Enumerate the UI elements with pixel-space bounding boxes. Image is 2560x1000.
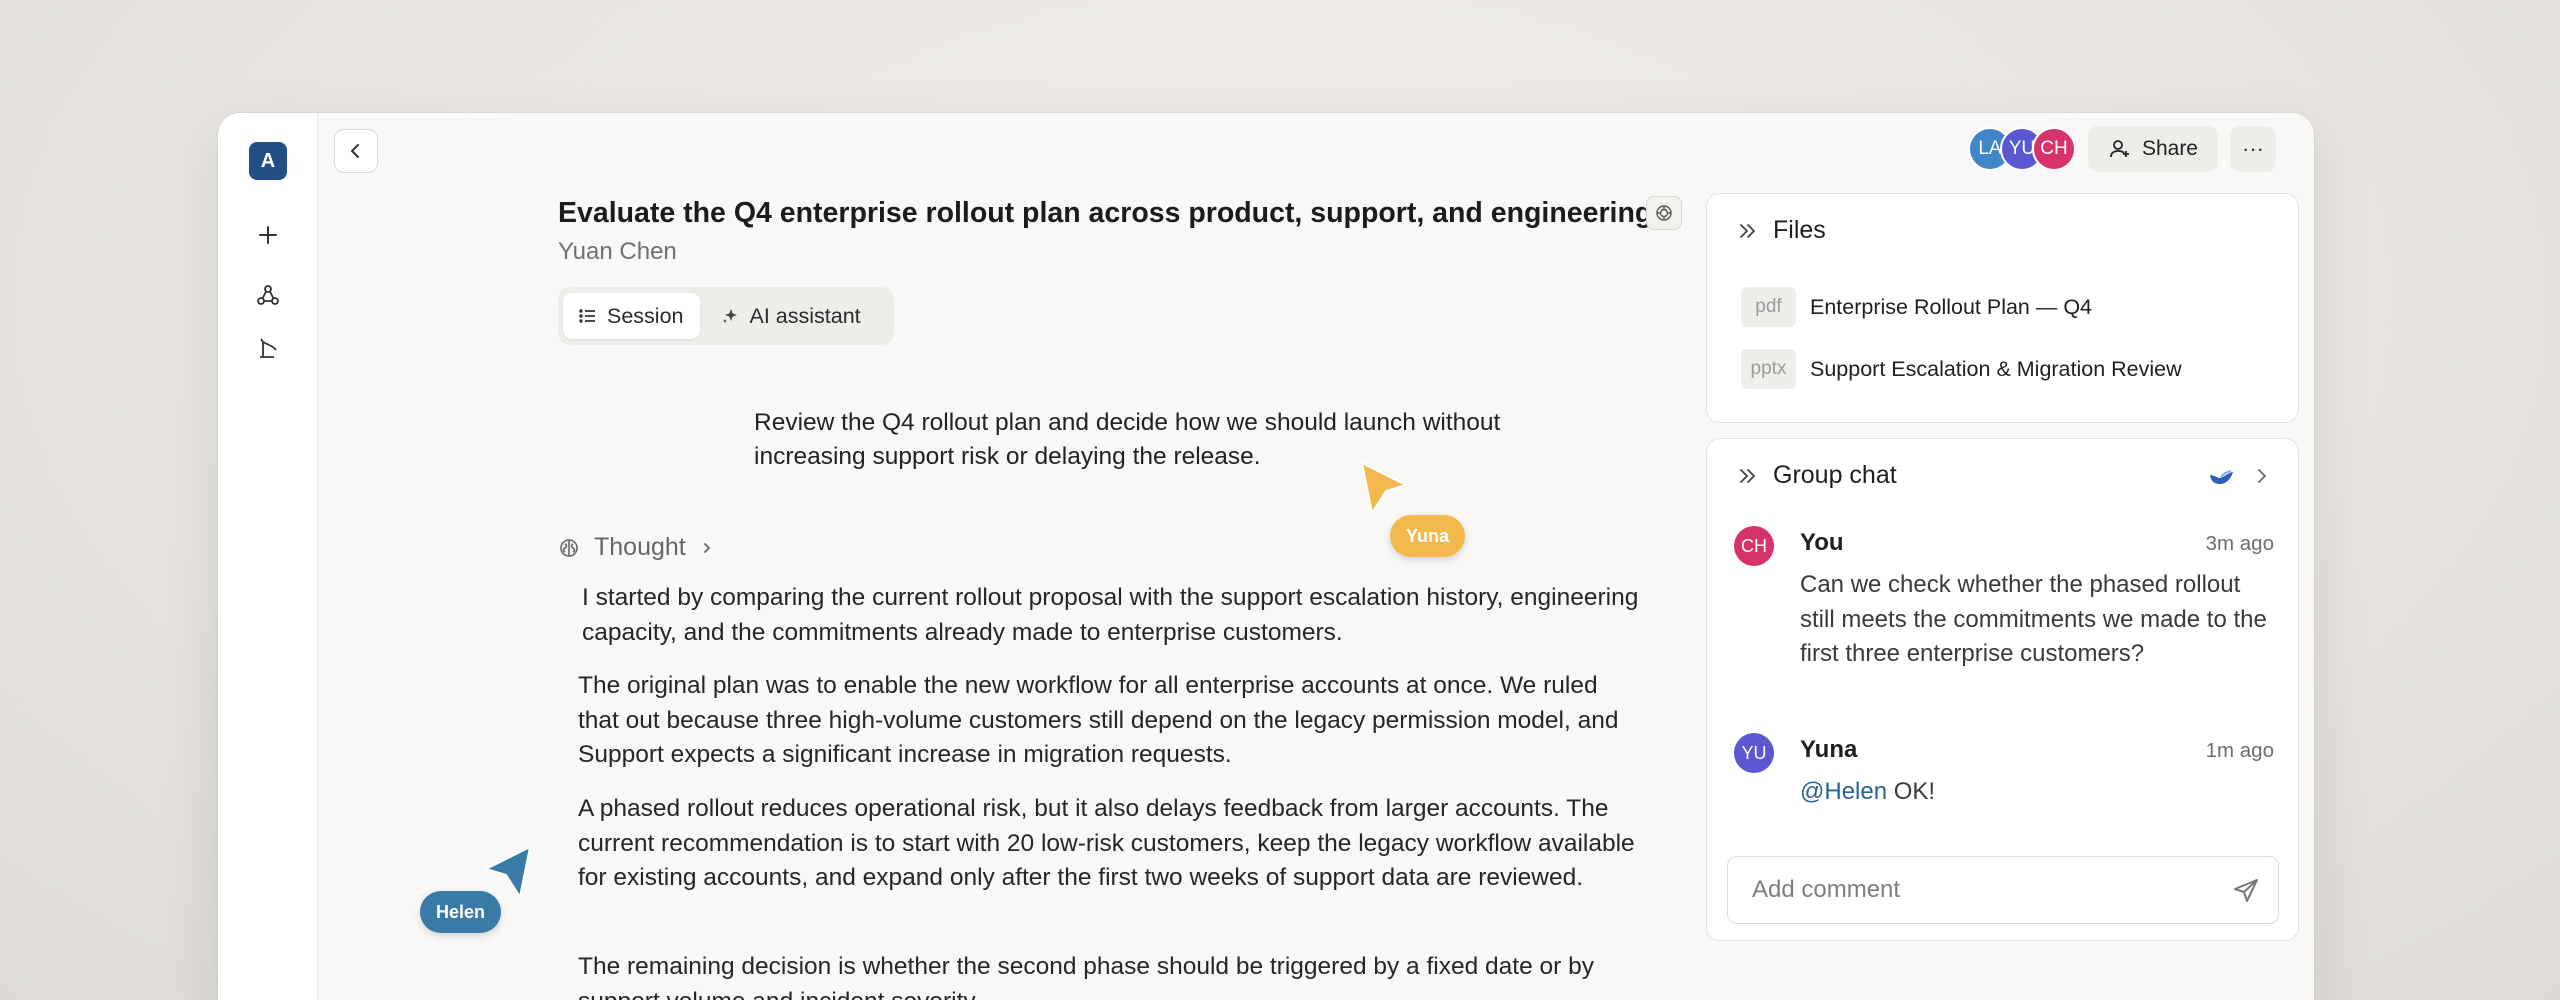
plus-icon[interactable] <box>252 219 284 251</box>
thought-paragraph: A phased rollout reduces operational ris… <box>578 795 1635 891</box>
chat-header[interactable]: Group chat <box>1737 461 1897 490</box>
avatar: CH <box>1734 526 1774 566</box>
sidebar-rail: A <box>218 113 318 1000</box>
message-time: 3m ago <box>2205 532 2274 555</box>
send-icon[interactable] <box>2232 877 2260 905</box>
tab-label: AI assistant <box>749 303 861 328</box>
file-type-badge: pptx <box>1741 349 1796 389</box>
chat-message: YU Yuna 1m ago @Helen OK! <box>1734 733 2274 823</box>
app-window: A LA YU CH Share ··· Evaluate the Q4 ent… <box>218 113 2314 1000</box>
message-author: Yuna <box>1800 736 1858 763</box>
file-name: Enterprise Rollout Plan — Q4 <box>1810 294 2093 319</box>
list-icon <box>579 309 595 323</box>
files-title: Files <box>1773 216 1826 244</box>
bird-logo-icon[interactable] <box>2207 461 2237 491</box>
app-logo[interactable]: A <box>249 142 287 180</box>
add-user-icon <box>2110 140 2129 158</box>
share-label: Share <box>2141 137 2198 160</box>
tab-label: Session <box>607 303 684 328</box>
comment-box <box>1727 856 2279 924</box>
file-item[interactable]: pptx Support Escalation & Migration Revi… <box>1741 349 2182 389</box>
files-header[interactable]: Files <box>1737 216 1826 245</box>
cursor-pointer-icon <box>1360 461 1409 516</box>
desk-lamp-icon[interactable] <box>252 331 284 363</box>
collapse-icon <box>1740 223 1756 238</box>
share-button[interactable]: Share <box>2087 126 2218 172</box>
network-icon[interactable] <box>252 279 284 311</box>
author-name: Yuan Chen <box>558 238 677 265</box>
page-title: Evaluate the Q4 enterprise rollout plan … <box>558 197 1653 229</box>
comment-input[interactable] <box>1728 857 2208 923</box>
collaborator-avatars[interactable]: LA YU CH <box>1967 127 2076 171</box>
file-name: Support Escalation & Migration Review <box>1810 356 2182 381</box>
thought-label: Thought <box>594 533 686 561</box>
chevron-left-icon <box>351 144 359 158</box>
avatar: YU <box>1734 733 1774 773</box>
brain-icon <box>560 538 578 557</box>
cursor-label-helen: Helen <box>420 891 502 933</box>
tab-session[interactable]: Session <box>563 293 700 339</box>
message-text: Can we check whether the phased rollout … <box>1800 571 2267 667</box>
tab-ai-assistant[interactable]: AI assistant <box>706 293 877 339</box>
message-text: @Helen OK! <box>1800 775 2270 810</box>
header-actions: LA YU CH Share ··· <box>1967 126 2276 172</box>
sparkle-icon <box>722 309 737 323</box>
thought-paragraph: The original plan was to enable the new … <box>578 672 1619 768</box>
message-body: OK! <box>1887 778 1936 805</box>
back-button[interactable] <box>334 129 378 173</box>
chat-title: Group chat <box>1773 461 1897 489</box>
view-tabs: Session AI assistant <box>558 287 894 345</box>
message-time: 1m ago <box>2205 739 2274 762</box>
thought-toggle[interactable]: Thought <box>558 533 714 562</box>
collapse-icon <box>1740 468 1756 483</box>
file-item[interactable]: pdf Enterprise Rollout Plan — Q4 <box>1741 287 2092 327</box>
chat-message: CH You 3m ago Can we check whether the p… <box>1734 526 2274 706</box>
message-author: You <box>1800 529 1844 556</box>
files-panel: Files pdf Enterprise Rollout Plan — Q4 p… <box>1706 193 2299 423</box>
cursor-label-yuna: Yuna <box>1390 515 1466 557</box>
chevron-right-icon <box>703 542 711 553</box>
mention-link[interactable]: @Helen <box>1800 778 1887 805</box>
more-options-button[interactable]: ··· <box>2230 126 2276 172</box>
chevron-right-icon[interactable] <box>2254 466 2270 486</box>
file-type-badge: pdf <box>1741 287 1796 327</box>
thought-paragraph: The remaining decision is whether the se… <box>578 953 1595 1000</box>
user-prompt: Review the Q4 rollout plan and decide ho… <box>754 409 1501 470</box>
avatar[interactable]: CH <box>2031 127 2076 171</box>
group-chat-panel: Group chat CH You 3m ago Can we check wh… <box>1706 438 2299 941</box>
ai-model-icon[interactable] <box>1646 196 1682 230</box>
thought-paragraph: I started by comparing the current rollo… <box>582 584 1639 646</box>
